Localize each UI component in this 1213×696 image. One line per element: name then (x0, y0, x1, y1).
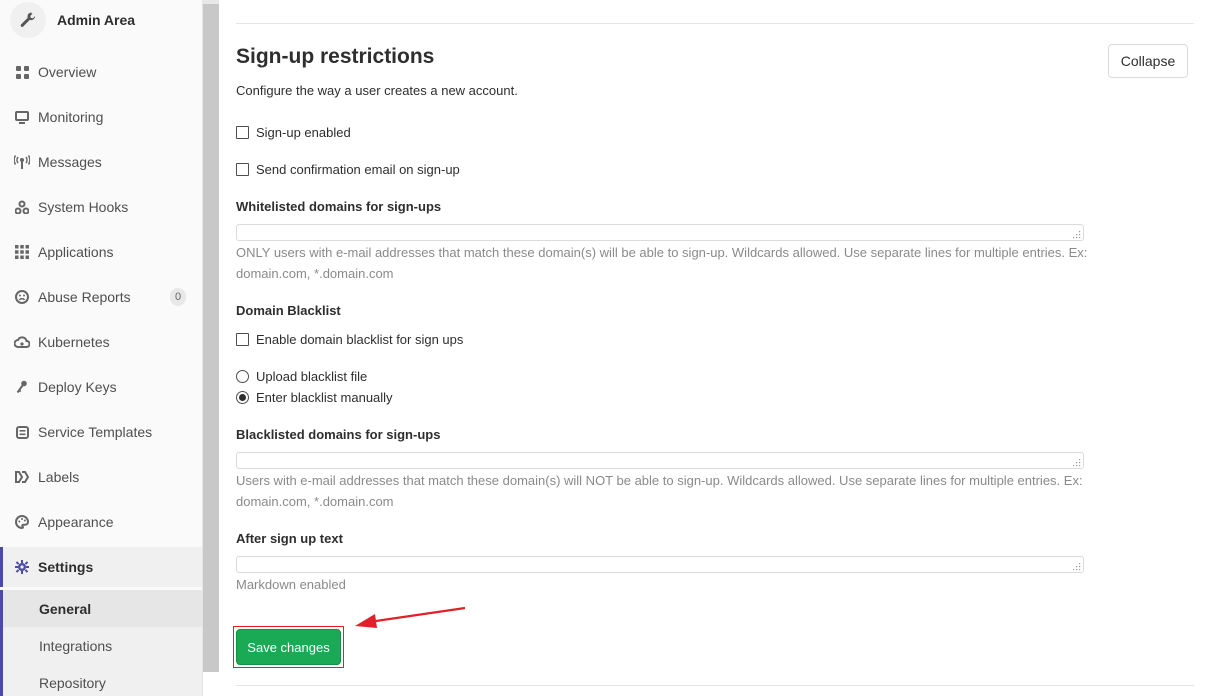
sidebar-subitem-general[interactable]: General (0, 590, 202, 627)
upload-blacklist-label: Upload blacklist file (256, 369, 368, 384)
send-confirmation-checkbox[interactable] (236, 163, 249, 176)
sidebar-item-service-templates[interactable]: Service Templates (0, 412, 202, 452)
apps-grid-icon (14, 244, 30, 260)
resize-grip-icon[interactable] (1073, 563, 1081, 571)
sidebar-item-label: Monitoring (38, 109, 104, 125)
monitor-icon (14, 109, 30, 125)
after-signup-textarea[interactable] (236, 556, 1084, 573)
sidebar-item-label: Deploy Keys (38, 379, 117, 395)
signup-enabled-checkbox[interactable] (236, 126, 249, 139)
sidebar-item-applications[interactable]: Applications (0, 232, 202, 272)
sidebar-item-label: Abuse Reports (38, 289, 131, 305)
whitelist-textarea[interactable] (236, 224, 1084, 241)
sidebar-subitem-label: Integrations (39, 637, 113, 654)
after-signup-label: After sign up text (236, 531, 343, 546)
section-divider-top (236, 23, 1194, 24)
face-icon (14, 289, 30, 305)
sidebar-item-labels[interactable]: Labels (0, 457, 202, 497)
whitelist-help: ONLY users with e-mail addresses that ma… (236, 245, 1088, 281)
sidebar-subitem-integrations[interactable]: Integrations (0, 627, 202, 664)
admin-avatar (10, 2, 46, 38)
broadcast-icon (14, 154, 30, 170)
upload-blacklist-radio[interactable] (236, 370, 249, 383)
sidebar-item-label: Messages (38, 154, 102, 170)
section-description: Configure the way a user creates a new a… (236, 83, 518, 98)
enable-blacklist-label: Enable domain blacklist for sign ups (256, 332, 464, 347)
sidebar-scrollbar[interactable] (203, 0, 219, 672)
annotation-arrow-icon (355, 606, 466, 628)
sidebar-item-system-hooks[interactable]: System Hooks (0, 187, 202, 227)
sidebar-header[interactable]: Admin Area (0, 0, 202, 45)
send-confirmation-row[interactable]: Send confirmation email on sign-up (236, 162, 460, 177)
blacklisted-textarea[interactable] (236, 452, 1084, 469)
blacklisted-label: Blacklisted domains for sign-ups (236, 427, 441, 442)
sidebar-title: Admin Area (57, 12, 136, 28)
upload-blacklist-row[interactable]: Upload blacklist file (236, 369, 367, 384)
key-icon (14, 379, 30, 395)
labels-icon (14, 469, 30, 485)
sidebar-item-messages[interactable]: Messages (0, 142, 202, 182)
wrench-icon (20, 12, 36, 27)
sidebar-item-label: Kubernetes (38, 334, 110, 350)
sidebar-item-label: Overview (38, 64, 97, 80)
section-divider-bottom (236, 685, 1194, 686)
main-content: Sign-up restrictions Configure the way a… (219, 0, 1213, 696)
collapse-button[interactable]: Collapse (1108, 44, 1188, 78)
sidebar: Admin Area Overview Monitoring Messages … (0, 0, 203, 696)
sidebar-subitem-repository[interactable]: Repository (0, 664, 202, 696)
domain-blacklist-heading: Domain Blacklist (236, 303, 341, 318)
sidebar-subitem-label: Repository (39, 674, 106, 691)
sidebar-item-label: Service Templates (38, 424, 153, 440)
blacklisted-help: Users with e-mail addresses that match t… (236, 473, 1083, 509)
sidebar-item-overview[interactable]: Overview (0, 52, 202, 92)
sidebar-item-deploy-keys[interactable]: Deploy Keys (0, 367, 202, 407)
send-confirmation-label: Send confirmation email on sign-up (256, 162, 460, 177)
template-icon (14, 424, 30, 440)
sidebar-item-label: Appearance (38, 514, 114, 530)
enter-blacklist-row[interactable]: Enter blacklist manually (236, 390, 393, 405)
gear-icon (14, 559, 30, 575)
sidebar-item-abuse-reports[interactable]: Abuse Reports 0 (0, 277, 202, 317)
sidebar-item-label: Labels (38, 469, 80, 485)
sidebar-subitem-label: General (39, 600, 92, 617)
grid-icon (14, 64, 30, 80)
abuse-count-badge: 0 (170, 288, 186, 306)
resize-grip-icon[interactable] (1073, 231, 1081, 239)
section-title: Sign-up restrictions (236, 45, 435, 68)
signup-enabled-label: Sign-up enabled (256, 125, 351, 140)
radio-selected-dot (239, 394, 246, 401)
sidebar-item-settings[interactable]: Settings (0, 547, 202, 587)
enter-blacklist-label: Enter blacklist manually (256, 390, 393, 405)
resize-grip-icon[interactable] (1073, 459, 1081, 467)
sidebar-item-label: Applications (38, 244, 114, 260)
enable-blacklist-row[interactable]: Enable domain blacklist for sign ups (236, 332, 463, 347)
enable-blacklist-checkbox[interactable] (236, 333, 249, 346)
hook-icon (14, 199, 30, 215)
whitelist-label: Whitelisted domains for sign-ups (236, 199, 442, 214)
sidebar-scrollbar-top (203, 0, 219, 4)
signup-enabled-row[interactable]: Sign-up enabled (236, 125, 351, 140)
enter-blacklist-radio[interactable] (236, 391, 249, 404)
save-changes-button[interactable]: Save changes (236, 629, 341, 665)
sidebar-item-label: Settings (38, 559, 94, 575)
sidebar-item-monitoring[interactable]: Monitoring (0, 97, 202, 137)
sidebar-item-label: System Hooks (38, 199, 129, 215)
sidebar-item-kubernetes[interactable]: Kubernetes (0, 322, 202, 362)
cloud-gear-icon (14, 334, 30, 350)
markdown-help: Markdown enabled (236, 577, 346, 592)
sidebar-item-appearance[interactable]: Appearance (0, 502, 202, 542)
palette-icon (14, 514, 30, 530)
